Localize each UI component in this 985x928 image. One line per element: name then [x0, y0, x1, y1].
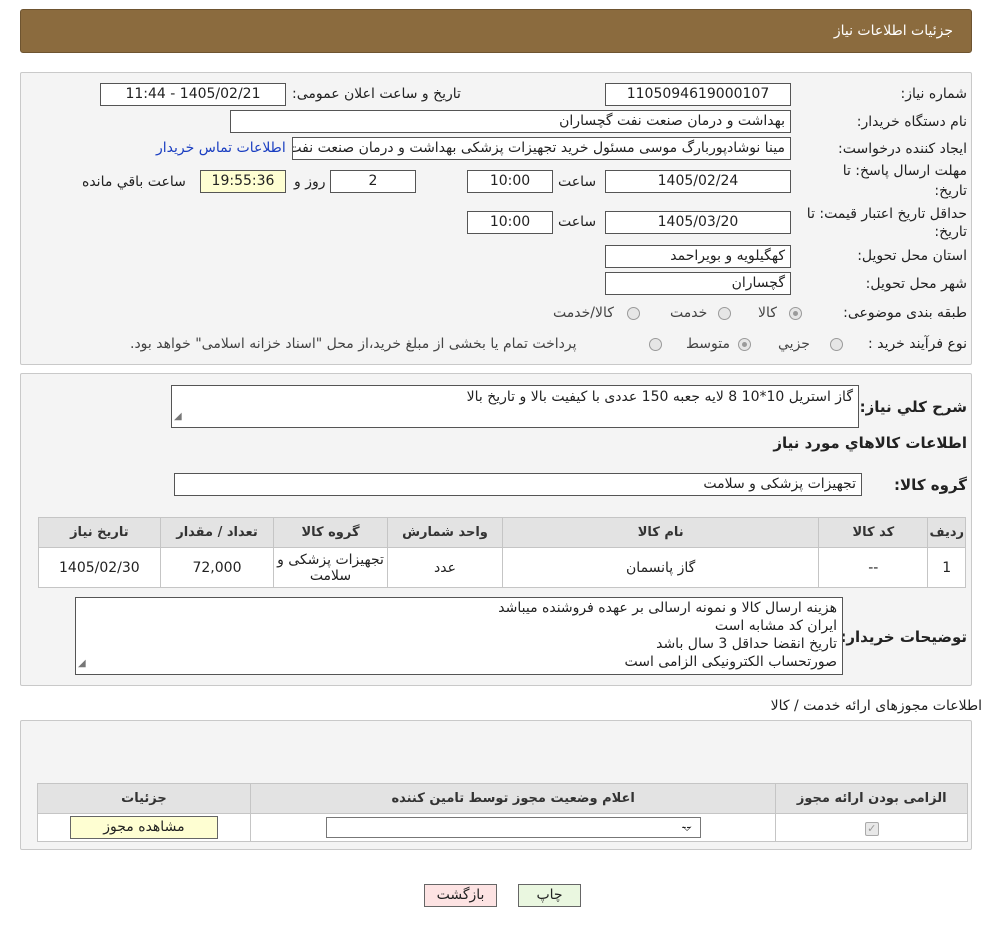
cell-name: گاز پانسمان	[502, 547, 820, 588]
category-radio-service[interactable]	[718, 307, 731, 320]
col-date: تاریخ نیاز	[38, 517, 161, 548]
validity-label-date: تاریخ:	[934, 224, 967, 240]
summary-text: گاز استریل 10*10 8 لایه جعبه 150 عددی با…	[466, 389, 853, 405]
cell-permit-details: مشاهده مجوز	[37, 813, 251, 842]
chevron-down-icon: ⌵	[682, 820, 692, 834]
cell-row: 1	[927, 547, 966, 588]
creator-field: مینا نوشادپوربارگ موسی مسئول خرید تجهیزا…	[292, 137, 791, 160]
permits-table-header: الزامی بودن ارائه مجوز اعلام وضعیت مجوز …	[37, 783, 968, 814]
buyer-notes-label: توضیحات خریدار:	[840, 628, 967, 646]
province-label: استان محل تحویل:	[857, 248, 967, 264]
back-button[interactable]: بازگشت	[424, 884, 497, 907]
col-permit-details: جزئیات	[37, 783, 251, 814]
category-radio-goods[interactable]	[789, 307, 802, 320]
treasury-checkbox-radio[interactable]	[649, 338, 662, 351]
goods-table: ردیف کد کالا نام کالا واحد شمارش گروه کا…	[38, 517, 966, 588]
deadline-label: مهلت ارسال پاسخ: تا	[842, 163, 967, 179]
required-checkbox[interactable]: ✓	[864, 821, 879, 836]
buyer-note-line: ایران کد مشابه است	[714, 618, 837, 634]
validity-label: حداقل تاریخ اعتبار قیمت: تا	[806, 206, 967, 222]
category-radio-goods-service[interactable]	[627, 307, 640, 320]
cell-permit-required: ✓	[775, 813, 968, 842]
col-name: نام کالا	[502, 517, 820, 548]
purchase-radio-medium[interactable]	[738, 338, 751, 351]
deadline-time-field: 10:00	[467, 170, 553, 193]
category-goods-service-label: کالا/خدمت	[553, 305, 614, 321]
purchase-medium-label: متوسط	[686, 336, 730, 352]
print-button[interactable]: چاپ	[518, 884, 581, 907]
table-row: 1 -- گاز پانسمان عدد تجهیزات پزشکی و سلا…	[38, 547, 966, 588]
remaining-label: ساعت باقي مانده	[82, 174, 186, 190]
summary-label: شرح کلي نياز:	[859, 398, 967, 416]
page-title: جزئیات اطلاعات نیاز	[833, 23, 953, 39]
days-label: روز و	[294, 174, 326, 190]
category-label: طبقه بندی موضوعی:	[843, 305, 967, 321]
summary-textarea: گاز استریل 10*10 8 لایه جعبه 150 عددی با…	[171, 385, 859, 428]
days-remaining-field: 2	[330, 170, 416, 193]
city-label: شهر محل تحویل:	[865, 276, 967, 292]
validity-time-field: 10:00	[467, 211, 553, 234]
cell-permit-status: -- ⌵	[249, 813, 777, 842]
city-field: گچساران	[605, 272, 791, 295]
buyer-field: بهداشت و درمان صنعت نفت گچساران	[230, 110, 791, 133]
purchase-radio-minor[interactable]	[830, 338, 843, 351]
announce-label: تاریخ و ساعت اعلان عمومی:	[292, 86, 461, 102]
buyer-contact-link[interactable]: اطلاعات تماس خریدار	[156, 140, 286, 156]
resize-grip-icon: ◢	[174, 411, 182, 422]
col-row: ردیف	[927, 517, 966, 548]
table-row: ✓ -- ⌵ مشاهده مجوز	[37, 813, 968, 842]
buyer-label: نام دستگاه خریدار:	[856, 114, 967, 130]
buyer-notes-textarea: هزینه ارسال کالا و نمونه ارسالی بر عهده …	[75, 597, 843, 675]
deadline-time-label: ساعت	[558, 174, 597, 190]
category-goods-label: کالا	[758, 305, 777, 321]
col-qty: تعداد / مقدار	[159, 517, 275, 548]
resize-grip-icon: ◢	[78, 658, 86, 669]
purchase-type-label: نوع فرآیند خرید :	[868, 336, 967, 352]
creator-label: ایجاد کننده درخواست:	[838, 141, 967, 157]
goods-group-label: گروه کالا:	[894, 476, 967, 494]
remaining-time-field: 19:55:36	[200, 170, 286, 193]
buyer-note-line: هزینه ارسال کالا و نمونه ارسالی بر عهده …	[498, 600, 837, 616]
cell-group: تجهیزات پزشکی و سلامت	[273, 547, 388, 588]
permits-table: الزامی بودن ارائه مجوز اعلام وضعیت مجوز …	[37, 783, 968, 842]
purchase-minor-label: جزيي	[778, 336, 810, 352]
col-unit: واحد شمارش	[386, 517, 504, 548]
view-permit-button[interactable]: مشاهده مجوز	[69, 816, 218, 839]
validity-date-field: 1405/03/20	[605, 211, 791, 234]
page-header: جزئیات اطلاعات نیاز	[20, 9, 972, 53]
need-number-label: شماره نیاز:	[900, 86, 968, 102]
deadline-date-field: 1405/02/24	[605, 170, 791, 193]
validity-time-label: ساعت	[558, 214, 597, 230]
goods-table-header: ردیف کد کالا نام کالا واحد شمارش گروه کا…	[38, 517, 966, 548]
purchase-treasury-note: پرداخت تمام یا بخشی از مبلغ خرید،از محل …	[130, 336, 577, 352]
deadline-label-date: تاریخ:	[934, 183, 967, 199]
need-number-field: 1105094619000107	[605, 83, 791, 106]
permit-status-select[interactable]: -- ⌵	[325, 817, 701, 838]
col-permit-required: الزامی بودن ارائه مجوز	[775, 783, 968, 814]
col-code: کد کالا	[818, 517, 929, 548]
permits-title: اطلاعات مجوزهای ارائه خدمت / کالا	[770, 698, 982, 714]
cell-qty: 72,000	[159, 547, 275, 588]
buyer-note-line: تاریخ انقضا حداقل 3 سال باشد	[656, 636, 837, 652]
category-service-label: خدمت	[670, 305, 708, 321]
cell-date: 1405/02/30	[38, 547, 161, 588]
goods-info-title: اطلاعات کالاهاي مورد نياز	[773, 434, 967, 452]
cell-unit: عدد	[386, 547, 504, 588]
col-permit-status: اعلام وضعیت مجوز توسط تامین کننده	[249, 783, 777, 814]
province-field: کهگیلویه و بویراحمد	[605, 245, 791, 268]
goods-group-field: تجهیزات پزشکی و سلامت	[174, 473, 862, 496]
cell-code: --	[818, 547, 929, 588]
buyer-note-line: صورتحساب الکترونیکی الزامی است	[624, 654, 837, 670]
col-group: گروه کالا	[273, 517, 388, 548]
announce-datetime-field: 1405/02/21 - 11:44	[100, 83, 286, 106]
